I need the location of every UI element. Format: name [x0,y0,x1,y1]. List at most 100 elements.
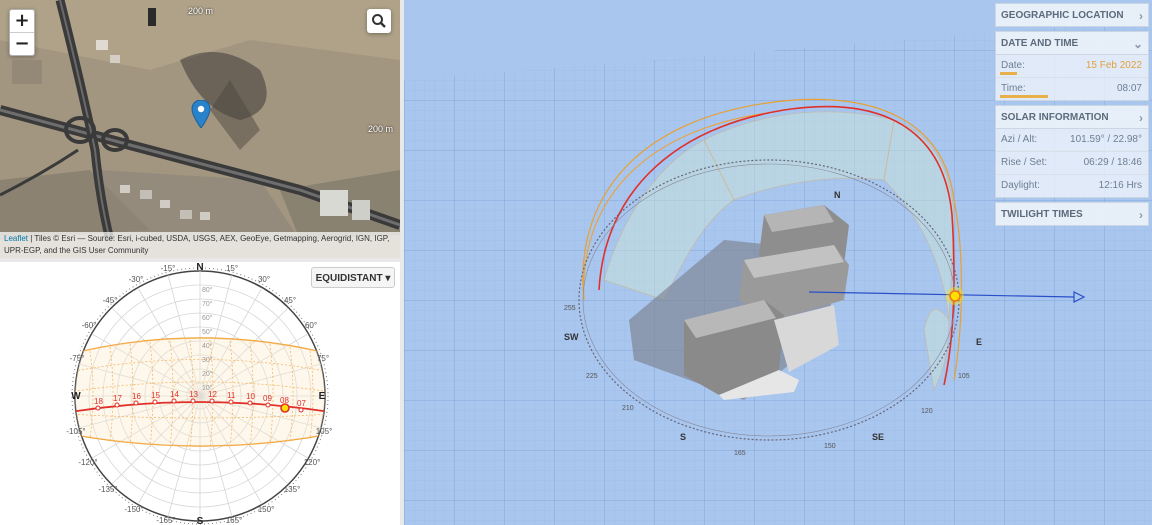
map-search-button[interactable] [367,9,391,33]
west-label: W [71,391,81,402]
attribution-text: | Tiles © Esri — Source: Esri, i-cubed, … [4,234,390,255]
date-label: Date: [1001,60,1025,71]
svg-text:30°: 30° [258,275,270,284]
svg-text:-45°: -45° [103,296,118,305]
range-ring-label-right: 200 m [368,124,394,134]
twilight-times-label: TWILIGHT TIMES [1001,209,1083,220]
projection-label: EQUIDISTANT [315,273,383,284]
geographic-location-header[interactable]: GEOGRAPHIC LOCATION › [995,3,1149,27]
time-row[interactable]: Time: 08:07 [996,77,1148,100]
svg-text:135°: 135° [284,485,301,494]
hour-label: 13 [189,390,198,399]
southeast-label-3d: SE [872,432,884,442]
rise-set-row: Rise / Set: 06:29 / 18:46 [996,151,1148,174]
hour-label: 11 [227,391,236,400]
time-slider[interactable] [1000,95,1048,98]
hour-label: 17 [113,394,122,403]
north-label: N [196,262,203,273]
svg-text:165°: 165° [226,516,243,525]
chevron-down-icon: ⌄ [1132,37,1143,51]
geographic-location-label: GEOGRAPHIC LOCATION [1001,10,1124,21]
hour-label: 07 [297,399,306,408]
hour-label: 16 [132,392,141,401]
chevron-right-icon: › [1139,9,1143,23]
chevron-right-icon: › [1139,208,1143,222]
svg-text:-60°: -60° [82,321,97,330]
sunpath-diagram-panel: 18 17 16 15 14 13 12 11 10 09 08 07 80° … [0,262,400,525]
azi-alt-value: 101.59° / 22.98° [1070,134,1142,145]
svg-text:15°: 15° [226,264,238,273]
svg-text:-135°: -135° [98,485,117,494]
hour-label: 10 [246,392,255,401]
svg-text:210: 210 [622,405,634,412]
rise-set-label: Rise / Set: [1001,157,1048,168]
svg-text:-120°: -120° [78,458,97,467]
svg-text:50°: 50° [202,328,213,336]
date-and-time-header[interactable]: DATE AND TIME ⌄ [995,31,1149,55]
zoom-in-button[interactable]: + [10,10,34,32]
svg-text:45°: 45° [284,296,296,305]
solar-information-label: SOLAR INFORMATION [1001,112,1109,123]
svg-text:40°: 40° [202,342,213,350]
svg-text:-150°: -150° [124,505,143,514]
svg-text:-165°: -165° [156,516,175,525]
hour-label: 15 [151,391,160,400]
svg-text:80°: 80° [202,286,213,294]
chevron-right-icon: › [1139,111,1143,125]
sunpath-diagram[interactable]: 18 17 16 15 14 13 12 11 10 09 08 07 80° … [0,262,400,525]
svg-text:165: 165 [734,450,746,457]
svg-text:-75°: -75° [70,354,85,363]
range-ring-label-top: 200 m [188,6,214,16]
svg-text:-15°: -15° [161,264,176,273]
north-label-3d: N [834,190,841,200]
east-label-3d: E [976,337,982,347]
twilight-times-header[interactable]: TWILIGHT TIMES › [995,202,1149,226]
date-value: 15 Feb 2022 [1085,60,1142,71]
caret-down-icon: ▾ [385,273,391,284]
zoom-control: + − [9,9,35,56]
azi-alt-label: Azi / Alt: [1001,134,1038,145]
svg-text:-105°: -105° [66,427,85,436]
svg-text:-30°: -30° [129,275,144,284]
sun-position-marker [280,403,290,413]
rise-set-value: 06:29 / 18:46 [1083,157,1142,168]
info-panel: GEOGRAPHIC LOCATION › DATE AND TIME ⌄ Da… [995,3,1149,230]
date-row[interactable]: Date: 15 Feb 2022 [996,55,1148,77]
time-label: Time: [1001,83,1026,94]
svg-text:10°: 10° [202,384,213,392]
zoom-out-button[interactable]: − [10,32,34,55]
hour-label: 14 [170,390,179,399]
daylight-label: Daylight: [1001,180,1040,191]
southwest-label-3d: SW [564,332,579,342]
sunpath-band [75,337,325,450]
svg-text:30°: 30° [202,356,213,364]
time-value: 08:07 [1116,83,1142,94]
svg-text:70°: 70° [202,300,213,308]
solar-information-body: Azi / Alt: 101.59° / 22.98° Rise / Set: … [995,129,1149,198]
svg-text:150: 150 [824,443,836,450]
map-attribution: Leaflet | Tiles © Esri — Source: Esri, i… [0,232,400,258]
satellite-imagery [0,0,400,258]
projection-dropdown[interactable]: EQUIDISTANT ▾ [311,267,395,288]
solar-information-header[interactable]: SOLAR INFORMATION › [995,105,1149,129]
svg-text:120: 120 [921,408,933,415]
south-label: S [197,516,204,525]
magnifier-icon [372,14,386,28]
hour-label: 08 [280,396,289,405]
svg-text:105°: 105° [316,427,333,436]
hour-label: 09 [263,394,272,403]
daylight-value: 12:16 Hrs [1098,180,1142,191]
daylight-row: Daylight: 12:16 Hrs [996,174,1148,197]
date-and-time-body: Date: 15 Feb 2022 Time: 08:07 [995,55,1149,101]
svg-text:225: 225 [586,373,598,380]
leaflet-link[interactable]: Leaflet [4,234,28,243]
satellite-map[interactable]: + − 200 m 200 m Leaflet | Tiles © Esri —… [0,0,400,258]
location-pin-icon[interactable] [191,100,211,128]
south-label-3d: S [680,432,686,442]
date-and-time-label: DATE AND TIME [1001,38,1079,49]
azi-alt-row: Azi / Alt: 101.59° / 22.98° [996,129,1148,151]
date-slider[interactable] [1000,72,1017,75]
svg-text:20°: 20° [202,370,213,378]
svg-text:60°: 60° [202,314,213,322]
svg-text:120°: 120° [304,458,321,467]
